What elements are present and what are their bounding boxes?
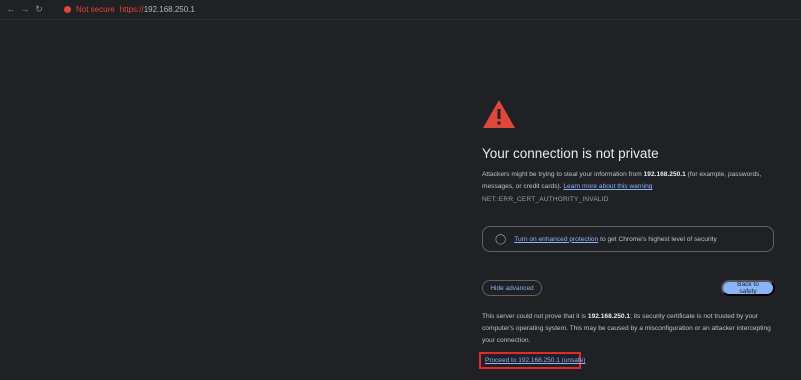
not-secure-warning-icon bbox=[64, 6, 71, 13]
back-arrow-icon[interactable]: ← bbox=[6, 3, 16, 15]
enhanced-protection-box: ◯ Turn on enhanced protection to get Chr… bbox=[482, 226, 774, 252]
warning-triangle-icon bbox=[483, 100, 515, 128]
forward-arrow-icon[interactable]: → bbox=[20, 3, 30, 15]
error-code[interactable]: NET::ERR_CERT_AUTHORITY_INVALID bbox=[482, 196, 609, 203]
warning-description: Attackers might be trying to steal your … bbox=[482, 171, 762, 190]
not-secure-label[interactable]: Not secure bbox=[76, 5, 115, 14]
lightbulb-icon: ◯ bbox=[495, 233, 507, 245]
enhanced-protection-text: Turn on enhanced protection to get Chrom… bbox=[514, 235, 717, 243]
hide-advanced-button[interactable]: Hide advanced bbox=[482, 280, 542, 296]
address-bar[interactable]: Not secure https://192.168.250.1 bbox=[64, 3, 195, 16]
advanced-details-text: This server could not prove that it is 1… bbox=[482, 313, 771, 344]
learn-more-link[interactable]: Learn more about this warning bbox=[563, 183, 652, 190]
page-title: Your connection is not private bbox=[482, 146, 659, 161]
url-text[interactable]: https://192.168.250.1 bbox=[120, 5, 195, 14]
browser-toolbar: ← → ↻ Not secure https://192.168.250.1 bbox=[0, 0, 801, 20]
back-to-safety-button[interactable]: Back to safety bbox=[721, 280, 775, 296]
enhanced-protection-link[interactable]: Turn on enhanced protection bbox=[514, 236, 598, 243]
reload-icon[interactable]: ↻ bbox=[34, 3, 44, 15]
proceed-highlight-box: Proceed to 192.168.250.1 (unsafe) bbox=[479, 352, 585, 369]
proceed-unsafe-link[interactable]: Proceed to 192.168.250.1 (unsafe) bbox=[485, 357, 585, 364]
